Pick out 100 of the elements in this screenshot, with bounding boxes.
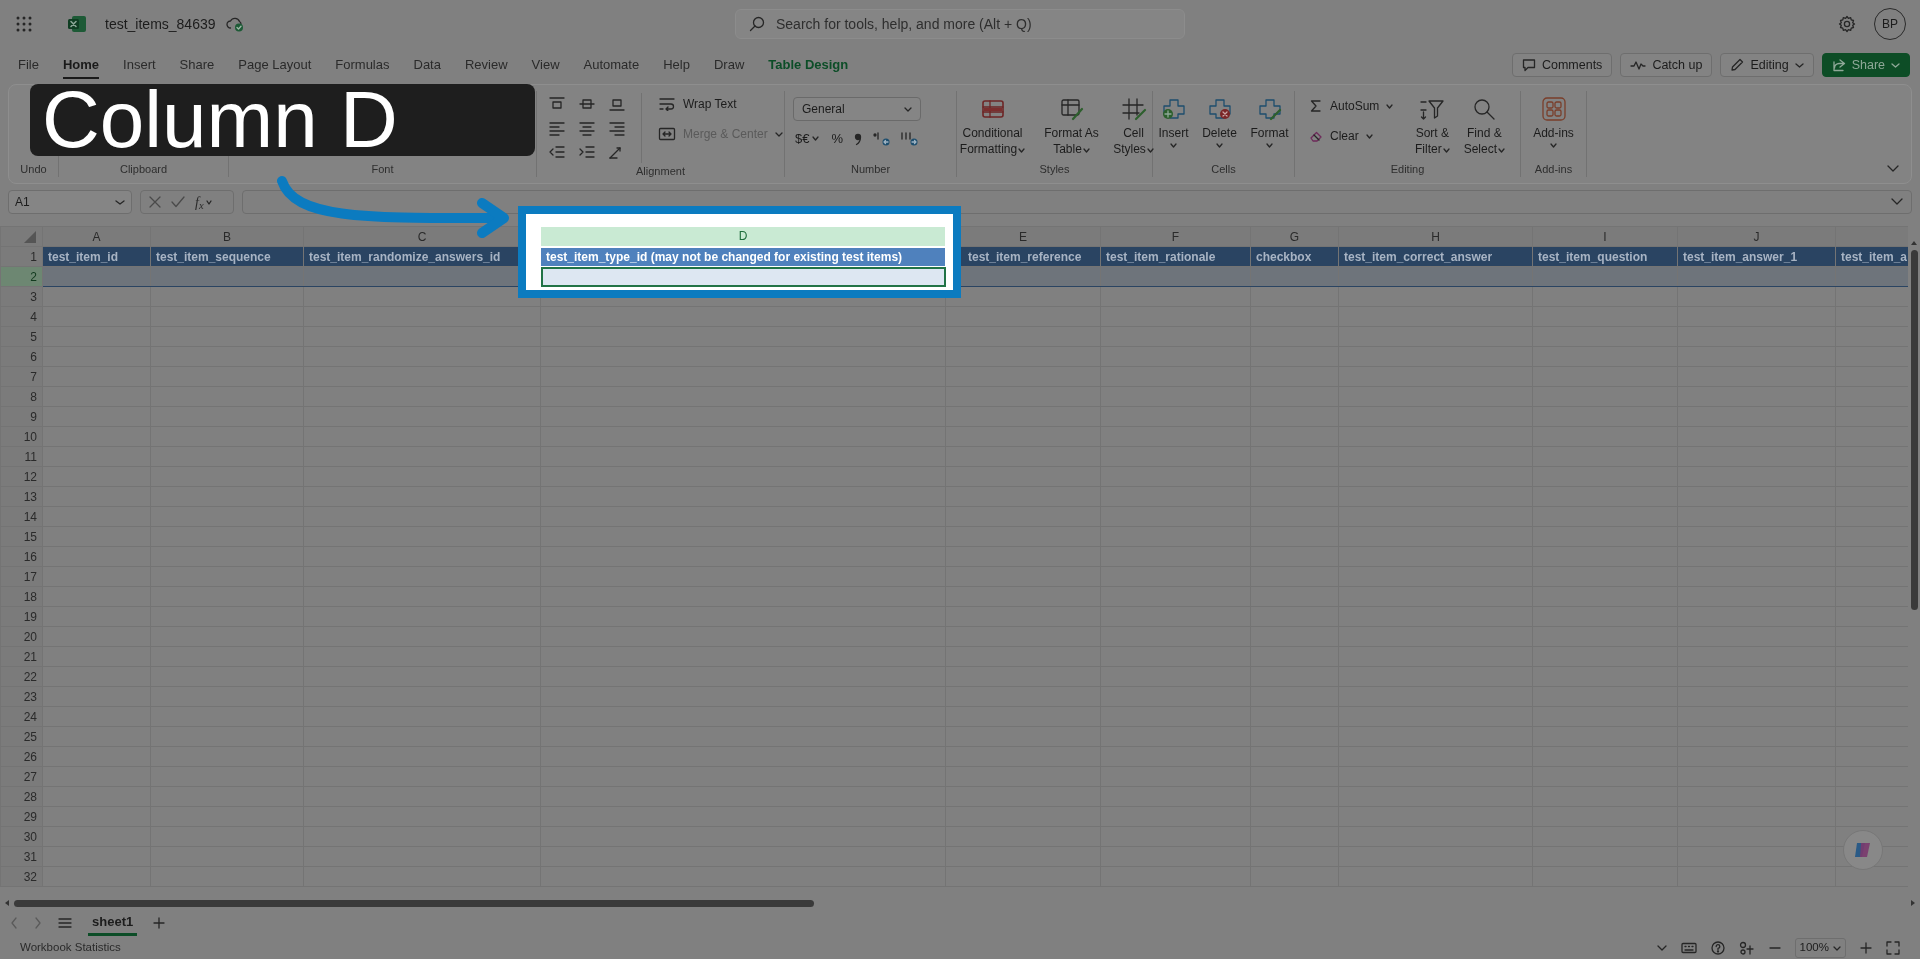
autosum-button[interactable]: AutoSum [1305,95,1398,117]
row-number[interactable]: 30 [0,826,43,847]
ribbon-button[interactable]: Format [1245,95,1294,151]
collapse-ribbon-icon[interactable] [1887,165,1899,173]
ribbon-tab[interactable]: File [18,50,39,80]
ribbon-button[interactable]: Format As Table [1037,95,1106,160]
comments-button[interactable]: Comments [1511,53,1613,77]
clear-button[interactable]: Clear [1305,125,1398,147]
row-number[interactable]: 11 [0,446,43,467]
ribbon-tab[interactable]: Insert [123,50,156,80]
indent-decrease-icon[interactable] [548,144,566,160]
row-number[interactable]: 18 [0,586,43,607]
column-letter[interactable]: D [738,229,748,244]
align-middle-icon[interactable] [578,96,596,112]
row-number[interactable]: 24 [0,706,43,727]
currency-button[interactable]: $€ [793,129,822,149]
zoom-in-icon[interactable] [1860,942,1872,954]
scrollbar-thumb[interactable] [14,899,814,907]
column-letter[interactable]: H [1431,229,1440,244]
ribbon-tab[interactable]: Automate [583,50,640,80]
row-number[interactable]: 10 [0,426,43,447]
expand-formula-icon[interactable] [1891,198,1903,206]
ribbon-tab[interactable]: Page Layout [238,50,312,80]
row-number[interactable]: 23 [0,686,43,707]
decrease-decimal-icon[interactable] [871,130,892,147]
name-box[interactable]: A1 [8,190,132,214]
enter-check-icon[interactable] [171,196,185,208]
settings-icon[interactable] [1838,15,1856,33]
row-number[interactable]: 29 [0,806,43,827]
ribbon-tab[interactable]: Home [62,50,100,80]
row-number[interactable]: 25 [0,726,43,747]
column-letter[interactable]: F [1171,229,1180,244]
align-center-icon[interactable] [578,120,596,136]
wrap-text-button[interactable]: Wrap Text [654,93,787,115]
menu-icon[interactable] [58,917,72,929]
percent-button[interactable]: % [829,129,846,149]
select-all-icon[interactable] [23,230,37,245]
row-number[interactable]: 12 [0,466,43,487]
keyboard-icon[interactable] [1680,942,1697,954]
row-number[interactable]: 13 [0,486,43,507]
row-number[interactable]: 22 [0,666,43,687]
ribbon-tab[interactable]: Formulas [335,50,390,80]
ribbon-tab[interactable]: Data [413,50,441,80]
ribbon-button[interactable]: Delete [1195,95,1244,151]
accessibility-icon[interactable] [1738,941,1755,955]
increase-decimal-icon[interactable] [899,130,920,147]
row-number[interactable]: 21 [0,646,43,667]
next-sheet-icon[interactable] [34,917,42,929]
app-launcher-icon[interactable] [15,15,33,33]
scroll-right-icon[interactable] [1910,899,1916,907]
scrollbar-thumb[interactable] [1910,250,1918,610]
row-number[interactable]: 7 [0,366,43,387]
row-number[interactable]: 17 [0,566,43,587]
ribbon-tab[interactable]: Draw [713,50,745,80]
column-letter[interactable]: E [1019,229,1027,244]
row-number[interactable]: 14 [0,506,43,527]
column-letter[interactable]: B [223,229,231,244]
row-number[interactable]: 2 [0,266,43,287]
row-number[interactable]: 16 [0,546,43,567]
fullscreen-icon[interactable] [1886,941,1900,955]
row-number[interactable]: 20 [0,626,43,647]
row-number[interactable]: 5 [0,326,43,347]
row-number[interactable]: 4 [0,306,43,327]
row-number[interactable]: 19 [0,606,43,627]
ribbon-tab[interactable]: Review [464,50,508,80]
row-number[interactable]: 15 [0,526,43,547]
row-number[interactable]: 6 [0,346,43,367]
chevron-down-icon[interactable] [1656,945,1667,951]
previous-sheet-icon[interactable] [10,917,18,929]
copilot-button[interactable] [1843,830,1883,870]
column-letter[interactable]: C [417,229,427,244]
number-format-dropdown[interactable]: General [793,97,921,121]
catch-up-button[interactable]: Catch up [1620,53,1713,77]
column-letter[interactable]: G [1289,229,1300,244]
align-bottom-icon[interactable] [608,96,626,112]
spreadsheet-logo-icon[interactable] [67,14,87,34]
search-field[interactable]: Search for tools, help, and more (Alt + Q) [735,9,1185,39]
add-sheet-icon[interactable] [153,917,166,929]
ribbon-button[interactable]: Find & Select [1459,95,1510,160]
column-letter[interactable]: A [92,229,101,244]
row-number[interactable]: 3 [0,286,43,307]
ribbon-tab[interactable]: Help [663,50,690,80]
ribbon-tab[interactable]: Share [179,50,215,80]
share-button[interactable]: Share [1821,53,1910,77]
row-number[interactable]: 28 [0,786,43,807]
ribbon-button[interactable]: Sort & Filter [1407,95,1458,160]
align-top-icon[interactable] [548,96,566,112]
scroll-left-icon[interactable] [4,899,10,907]
help-icon[interactable] [1710,941,1725,955]
column-letter[interactable]: J [1753,229,1760,244]
row-number[interactable]: 27 [0,766,43,787]
zoom-level-button[interactable]: 100% [1794,938,1846,958]
ribbon-button[interactable]: Add-ins [1529,95,1578,151]
row-number[interactable]: 26 [0,746,43,767]
row-number[interactable]: 1 [0,246,43,267]
row-number[interactable]: 8 [0,386,43,407]
sheet-tab[interactable]: sheet1 [88,910,138,936]
align-right-icon[interactable] [608,120,626,136]
indent-increase-icon[interactable] [578,144,596,160]
row-number[interactable]: 31 [0,846,43,867]
